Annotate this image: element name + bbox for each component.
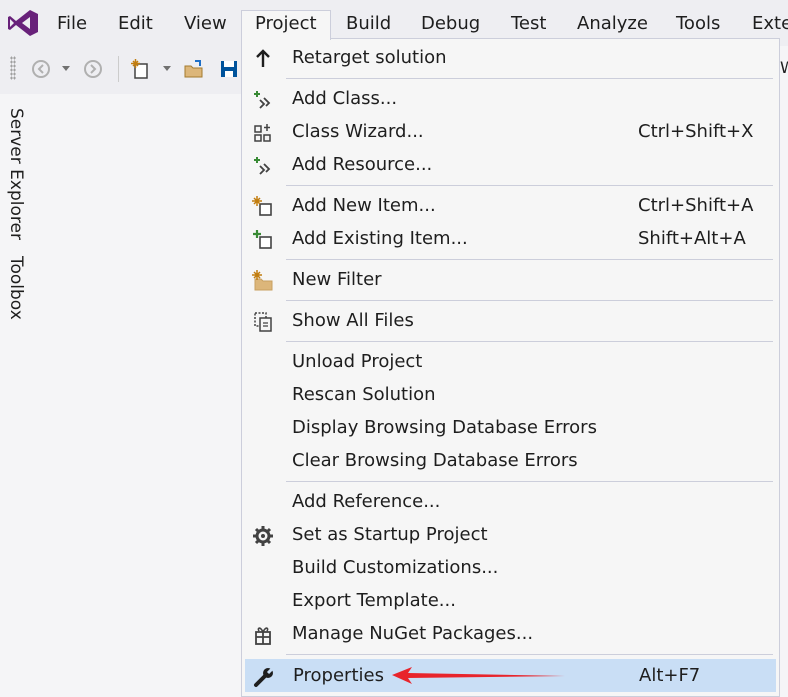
project-menu-dropdown: Retarget solution Add Class... Class Wiz… — [241, 38, 780, 697]
menu-item-shortcut: Ctrl+Shift+X — [638, 121, 754, 142]
menu-extensions[interactable]: Exte — [752, 11, 788, 39]
menu-item-label: Add Resource... — [292, 154, 433, 175]
menu-separator — [286, 341, 773, 342]
toolbar-separator — [118, 56, 119, 82]
menu-item-new-filter[interactable]: New Filter — [245, 264, 776, 297]
open-folder-icon[interactable] — [183, 58, 205, 80]
menu-item-label: Build Customizations... — [292, 557, 499, 578]
gear-icon — [253, 526, 273, 546]
menu-test[interactable]: Test — [511, 11, 546, 39]
menu-item-label: Display Browsing Database Errors — [292, 417, 597, 438]
menu-item-shortcut: Alt+F7 — [639, 665, 701, 686]
menu-debug[interactable]: Debug — [421, 11, 480, 39]
menu-item-class-wizard[interactable]: Class Wizard... Ctrl+Shift+X — [245, 116, 776, 149]
menu-analyze[interactable]: Analyze — [577, 11, 648, 39]
menu-item-label: Add Class... — [292, 88, 398, 109]
menu-item-label: Properties — [293, 665, 384, 686]
toolbar-edge-text: W — [780, 58, 788, 77]
menu-item-label: New Filter — [292, 269, 382, 290]
menu-item-label: Manage NuGet Packages... — [292, 623, 534, 644]
menu-item-add-resource[interactable]: Add Resource... — [245, 149, 776, 182]
menu-item-label: Set as Startup Project — [292, 524, 488, 545]
menu-item-rescan-solution[interactable]: Rescan Solution — [245, 379, 776, 412]
add-class-icon — [254, 91, 271, 109]
back-dropdown-icon[interactable] — [62, 66, 70, 71]
add-new-item-icon — [252, 196, 272, 216]
menu-edit[interactable]: Edit — [118, 11, 153, 39]
nuget-icon — [255, 627, 271, 645]
menu-item-label: Clear Browsing Database Errors — [292, 450, 578, 471]
menu-build[interactable]: Build — [346, 11, 391, 39]
menu-item-label: Retarget solution — [292, 47, 447, 68]
navigate-back-icon[interactable] — [30, 58, 52, 80]
class-wizard-icon — [254, 124, 271, 142]
menu-item-label: Show All Files — [292, 310, 414, 331]
menu-item-label: Class Wizard... — [292, 121, 424, 142]
menu-separator — [286, 78, 773, 79]
up-arrow-icon — [256, 49, 270, 67]
menu-item-show-all-files[interactable]: Show All Files — [245, 305, 776, 338]
menu-tools[interactable]: Tools — [676, 11, 720, 39]
menu-item-shortcut: Shift+Alt+A — [638, 228, 746, 249]
add-resource-icon — [254, 157, 271, 175]
menu-item-shortcut: Ctrl+Shift+A — [638, 195, 754, 216]
menu-file[interactable]: File — [57, 11, 87, 39]
menu-item-add-new-item[interactable]: Add New Item... Ctrl+Shift+A — [245, 190, 776, 223]
menu-item-label: Add Reference... — [292, 491, 441, 512]
menu-separator — [286, 259, 773, 260]
menu-item-label: Add Existing Item... — [292, 228, 468, 249]
menu-separator — [286, 481, 773, 482]
menu-item-manage-nuget-packages[interactable]: Manage NuGet Packages... — [245, 618, 776, 651]
menu-item-add-class[interactable]: Add Class... — [245, 83, 776, 116]
menu-item-label: Unload Project — [292, 351, 423, 372]
show-all-files-icon — [254, 312, 272, 332]
menu-item-set-as-startup-project[interactable]: Set as Startup Project — [245, 519, 776, 552]
menu-separator — [286, 300, 773, 301]
toolbar — [0, 46, 250, 94]
menu-item-add-reference[interactable]: Add Reference... — [245, 486, 776, 519]
annotation-arrow-icon — [392, 667, 565, 684]
new-filter-icon — [252, 270, 273, 291]
navigate-forward-icon[interactable] — [82, 58, 104, 80]
wrench-icon — [254, 666, 275, 687]
menu-item-add-existing-item[interactable]: Add Existing Item... Shift+Alt+A — [245, 223, 776, 256]
new-project-icon[interactable] — [130, 58, 152, 80]
menu-item-label: Export Template... — [292, 590, 456, 611]
new-project-dropdown-icon[interactable] — [163, 66, 171, 71]
menu-view[interactable]: View — [184, 11, 227, 39]
menu-item-label: Rescan Solution — [292, 384, 436, 405]
server-explorer-tab[interactable]: Server Explorer — [6, 108, 26, 240]
menu-separator — [286, 185, 773, 186]
menu-item-label: Add New Item... — [292, 195, 436, 216]
toolbox-tab[interactable]: Toolbox — [6, 256, 26, 320]
visual-studio-logo-icon[interactable] — [6, 8, 40, 38]
menu-item-build-customizations[interactable]: Build Customizations... — [245, 552, 776, 585]
menu-item-display-browsing-database-errors[interactable]: Display Browsing Database Errors — [245, 412, 776, 445]
menu-item-export-template[interactable]: Export Template... — [245, 585, 776, 618]
menu-project[interactable]: Project — [241, 10, 331, 40]
menu-item-clear-browsing-database-errors[interactable]: Clear Browsing Database Errors — [245, 445, 776, 478]
menu-item-retarget-solution[interactable]: Retarget solution — [245, 42, 776, 75]
menu-separator — [286, 654, 773, 655]
add-existing-item-icon — [253, 230, 272, 249]
save-icon[interactable] — [218, 58, 240, 80]
toolbar-grip[interactable] — [10, 56, 16, 80]
menu-item-unload-project[interactable]: Unload Project — [245, 346, 776, 379]
